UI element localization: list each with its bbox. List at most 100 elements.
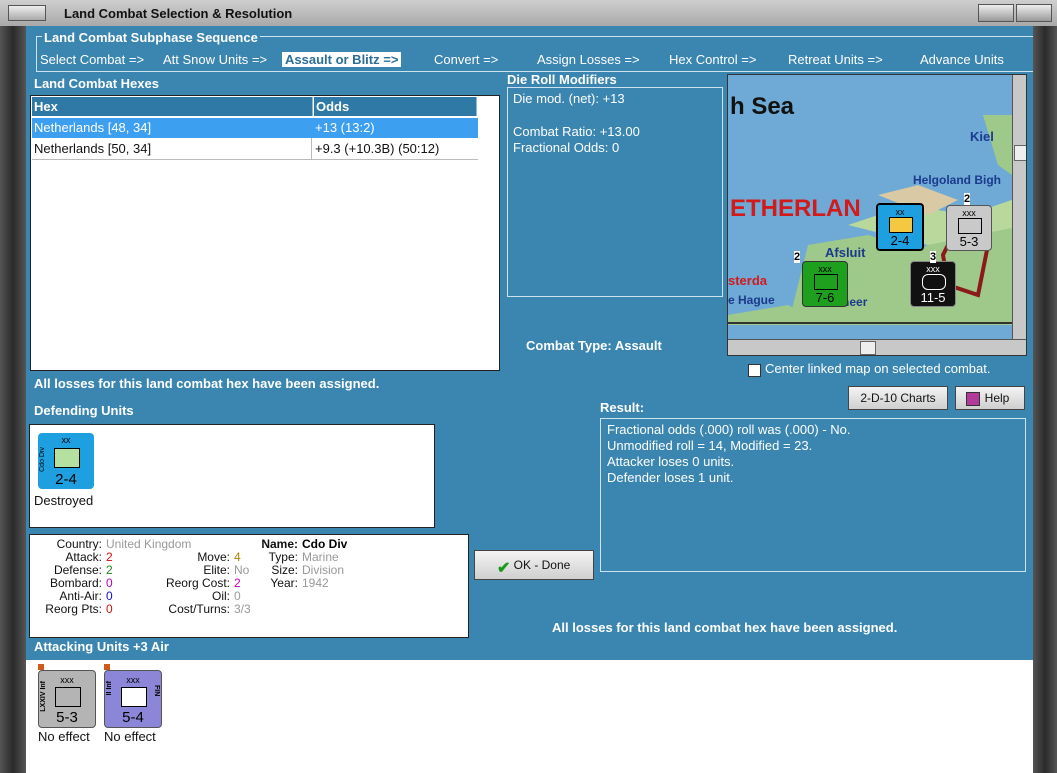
combat-type: Combat Type: Assault bbox=[526, 338, 662, 353]
step-att-snow-units[interactable]: Att Snow Units => bbox=[163, 52, 267, 67]
defending-unit-counter[interactable]: xx Cdo Div 2-4 bbox=[38, 433, 94, 489]
result-line: Fractional odds (.000) roll was (.000) -… bbox=[607, 422, 851, 437]
type-label: Type: bbox=[268, 550, 298, 564]
unit-info-panel: Country: United Kingdom Attack: 2 Defens… bbox=[29, 534, 469, 638]
vertical-scroll-thumb[interactable] bbox=[1014, 145, 1026, 161]
attacking-unit-counter[interactable]: xxx II Inf FIN 5-4 bbox=[104, 670, 162, 728]
close-button[interactable] bbox=[1016, 4, 1052, 22]
map-vertical-scrollbar[interactable] bbox=[1012, 75, 1026, 339]
reorg-cost-label: Reorg Cost: bbox=[165, 576, 230, 590]
name-value: Cdo Div bbox=[302, 537, 348, 551]
system-menu-icon[interactable] bbox=[8, 5, 46, 21]
move-label: Move: bbox=[197, 550, 230, 564]
die-roll-title: Die Roll Modifiers bbox=[507, 72, 617, 87]
losses-assigned-message: All losses for this land combat hex have… bbox=[34, 376, 380, 391]
attacking-units-panel: xxx LXXIV Inf 5-3 No effect xxx II Inf F… bbox=[26, 660, 1033, 773]
country-label: Country: bbox=[56, 537, 102, 551]
counter-class: xxx bbox=[126, 675, 140, 685]
map-counter[interactable]: xxx 5-3 bbox=[946, 205, 992, 251]
counter-value: 5-3 bbox=[56, 709, 78, 726]
table-row[interactable]: Netherlands [48, 34] +13 (13:2) bbox=[32, 118, 478, 138]
map-horizontal-scrollbar[interactable] bbox=[728, 339, 1026, 355]
linked-map[interactable]: h Sea Kiel Helgoland Bigh ETHERLAN Afslu… bbox=[727, 74, 1027, 356]
map-counter[interactable]: xxx 11-5 bbox=[910, 261, 956, 307]
ok-done-label: OK - Done bbox=[513, 558, 571, 572]
check-icon: ✔ bbox=[497, 560, 511, 577]
table-row[interactable]: Netherlands [50, 34] +9.3 (+10.3B) (50:1… bbox=[32, 139, 478, 160]
odds-cell: +13 (13:2) bbox=[315, 120, 375, 135]
year-label: Year: bbox=[270, 576, 298, 590]
ok-done-button[interactable]: ✔ OK - Done bbox=[474, 550, 594, 580]
type-value: Marine bbox=[302, 550, 339, 564]
attack-label: Attack: bbox=[65, 550, 102, 564]
column-hex[interactable]: Hex bbox=[32, 97, 313, 116]
step-assign-losses[interactable]: Assign Losses => bbox=[537, 52, 640, 67]
defending-title: Defending Units bbox=[34, 403, 134, 418]
counter-value: 7-6 bbox=[815, 290, 835, 305]
map-label-kiel: Kiel bbox=[970, 129, 994, 144]
stack-count: 3 bbox=[930, 251, 937, 263]
infantry-icon bbox=[958, 218, 982, 234]
country-value: United Kingdom bbox=[106, 537, 192, 551]
year-value: 1942 bbox=[302, 576, 329, 590]
infantry-icon bbox=[55, 687, 81, 707]
hex-cell: Netherlands [48, 34] bbox=[34, 120, 152, 135]
marine-icon bbox=[54, 448, 80, 468]
map-counter[interactable]: xxx 7-6 bbox=[802, 261, 848, 307]
step-retreat-units[interactable]: Retreat Units => bbox=[788, 52, 883, 67]
step-assault-or-blitz[interactable]: Assault or Blitz => bbox=[282, 52, 402, 67]
dialog-content: Land Combat Subphase Sequence Select Com… bbox=[26, 26, 1033, 773]
counter-class: xxx bbox=[60, 675, 74, 685]
size-value: Division bbox=[302, 563, 345, 577]
window-title: Land Combat Selection & Resolution bbox=[64, 6, 293, 21]
step-convert[interactable]: Convert => bbox=[434, 52, 498, 67]
step-hex-control[interactable]: Hex Control => bbox=[669, 52, 756, 67]
defense-label: Defense: bbox=[53, 563, 102, 577]
hex-cell: Netherlands [50, 34] bbox=[34, 141, 152, 156]
map-label-hague: e Hague bbox=[728, 293, 775, 307]
step-advance-units[interactable]: Advance Units bbox=[920, 52, 1004, 67]
combat-ratio: Combat Ratio: +13.00 bbox=[513, 124, 640, 139]
center-map-label: Center linked map on selected combat. bbox=[765, 361, 991, 376]
bombard-value: 0 bbox=[106, 576, 113, 590]
counter-value: 11-5 bbox=[920, 290, 946, 305]
result-panel: Fractional odds (.000) roll was (.000) -… bbox=[600, 418, 1026, 572]
minimize-button[interactable] bbox=[978, 4, 1014, 22]
attack-value: 2 bbox=[106, 550, 113, 564]
counter-class: xxx bbox=[962, 208, 976, 218]
unit-side-label: LXXIV Inf bbox=[40, 681, 47, 712]
right-frame bbox=[1033, 26, 1057, 773]
fractional-odds: Fractional Odds: 0 bbox=[513, 140, 620, 155]
game-window: Land Combat Selection & Resolution Land … bbox=[0, 0, 1057, 773]
column-odds[interactable]: Odds bbox=[314, 97, 477, 116]
hexes-table: Hex Odds Netherlands [48, 34] +13 (13:2)… bbox=[30, 95, 500, 371]
horizontal-scroll-thumb[interactable] bbox=[860, 341, 876, 355]
attacking-unit-counter[interactable]: xxx LXXIV Inf 5-3 bbox=[38, 670, 96, 728]
counter-value: 2-4 bbox=[55, 471, 77, 488]
counter-value: 5-4 bbox=[122, 709, 144, 726]
counter-class: xxx bbox=[818, 264, 832, 274]
result-line: Defender loses 1 unit. bbox=[607, 470, 734, 485]
row-divider bbox=[311, 138, 312, 160]
sequence-title: Land Combat Subphase Sequence bbox=[42, 30, 260, 45]
step-select-combat[interactable]: Select Combat => bbox=[40, 52, 144, 67]
charts-button[interactable]: 2-D-10 Charts bbox=[848, 386, 948, 410]
result-line: Unmodified roll = 14, Modified = 23. bbox=[607, 438, 813, 453]
bombard-label: Bombard: bbox=[49, 576, 102, 590]
counter-class: xx bbox=[61, 435, 71, 445]
center-map-checkbox[interactable] bbox=[748, 364, 761, 377]
losses-assigned-message-2: All losses for this land combat hex have… bbox=[552, 620, 898, 635]
counter-class: xx bbox=[895, 207, 905, 217]
help-book-icon bbox=[966, 392, 980, 406]
defending-unit-status: Destroyed bbox=[34, 493, 94, 508]
result-line: Attacker loses 0 units. bbox=[607, 454, 735, 469]
cost-turns-value: 3/3 bbox=[234, 602, 251, 616]
die-roll-panel: Die mod. (net): +13 Combat Ratio: +13.00… bbox=[507, 87, 723, 297]
infantry-icon bbox=[814, 274, 838, 290]
antiair-value: 0 bbox=[106, 589, 113, 603]
result-title: Result: bbox=[600, 400, 645, 415]
oil-label: Oil: bbox=[212, 589, 230, 603]
map-label-sea: h Sea bbox=[730, 93, 795, 120]
map-counter[interactable]: xx 2-4 bbox=[876, 203, 924, 251]
help-button[interactable]: Help bbox=[955, 386, 1025, 410]
